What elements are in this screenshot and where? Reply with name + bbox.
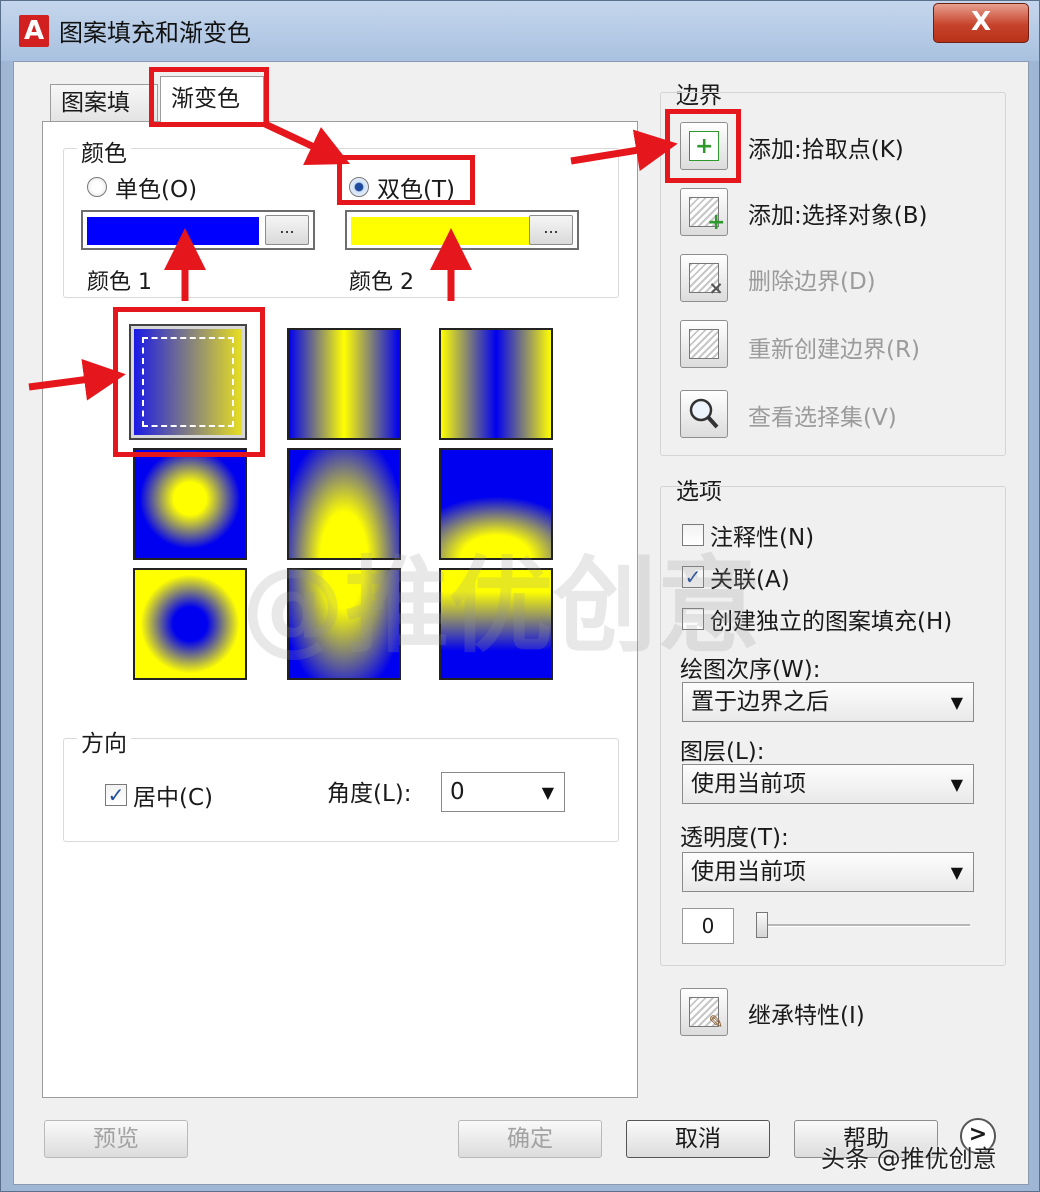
- arrow-tab-to-two-color: [261, 119, 351, 166]
- arrow-to-pick-points: [570, 129, 678, 172]
- arrow-to-preset: [28, 358, 126, 401]
- annotation-arrows: [28, 119, 678, 401]
- tab-gradient[interactable]: 渐变色: [160, 76, 264, 122]
- hatch-gradient-dialog: A 图案填充和渐变色 X 图案填充 渐变色 颜色 单色(O) 双色(T) ...: [0, 0, 1040, 1192]
